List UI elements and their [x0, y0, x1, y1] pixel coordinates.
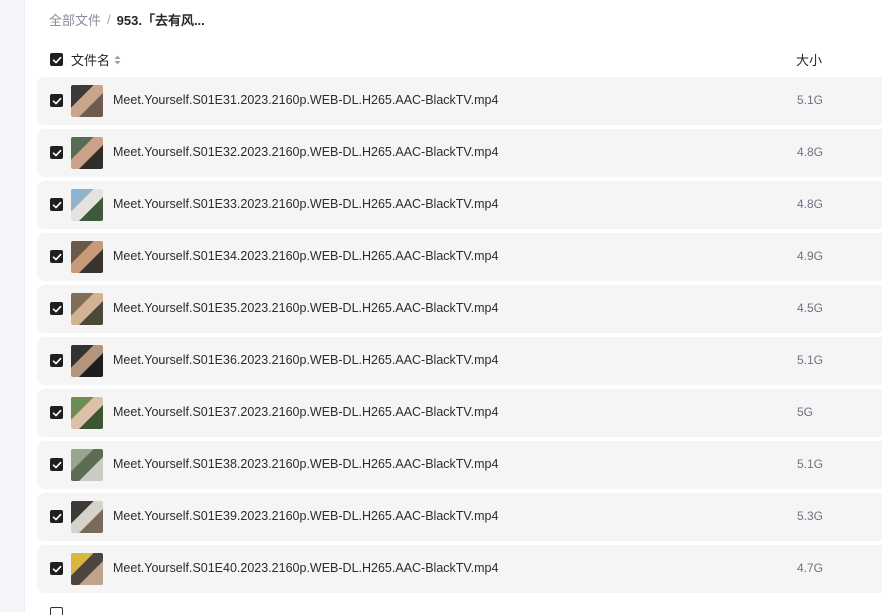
file-row-checkbox[interactable] [50, 94, 63, 107]
column-header-name-label: 文件名 [71, 53, 111, 68]
file-row-checkbox[interactable] [50, 198, 63, 211]
check-icon [52, 149, 61, 156]
file-row[interactable]: Meet.Yourself.S01E31.2023.2160p.WEB-DL.H… [37, 77, 882, 125]
check-icon [52, 513, 61, 520]
file-name[interactable]: Meet.Yourself.S01E31.2023.2160p.WEB-DL.H… [113, 93, 498, 107]
check-icon [52, 409, 61, 416]
video-thumbnail [71, 137, 103, 169]
video-thumbnail [71, 501, 103, 533]
video-thumbnail [71, 449, 103, 481]
row-checkbox-partial[interactable] [50, 607, 63, 615]
file-size: 4.9G [797, 249, 824, 263]
check-icon [52, 357, 61, 364]
video-thumbnail [71, 293, 103, 325]
breadcrumb-current-folder: 953.「去有风... [116, 12, 205, 28]
file-row[interactable]: Meet.Yourself.S01E34.2023.2160p.WEB-DL.H… [37, 233, 882, 281]
sidebar-rail [0, 0, 25, 612]
video-thumbnail [71, 85, 103, 117]
file-row[interactable]: Meet.Yourself.S01E32.2023.2160p.WEB-DL.H… [37, 129, 882, 177]
file-size: 5.1G [797, 353, 824, 367]
check-icon [52, 305, 61, 312]
file-size: 5G [797, 405, 814, 419]
file-row[interactable]: Meet.Yourself.S01E39.2023.2160p.WEB-DL.H… [37, 493, 882, 541]
breadcrumb: 全部文件 / 953.「去有风... [49, 9, 205, 29]
file-size: 4.7G [797, 561, 824, 575]
breadcrumb-root-link[interactable]: 全部文件 [49, 10, 101, 29]
video-thumbnail [71, 397, 103, 429]
file-row-checkbox[interactable] [50, 510, 63, 523]
file-name[interactable]: Meet.Yourself.S01E37.2023.2160p.WEB-DL.H… [113, 405, 498, 419]
file-row[interactable]: Meet.Yourself.S01E38.2023.2160p.WEB-DL.H… [37, 441, 882, 489]
file-name[interactable]: Meet.Yourself.S01E38.2023.2160p.WEB-DL.H… [113, 457, 498, 471]
file-row-checkbox[interactable] [50, 146, 63, 159]
check-icon [52, 253, 61, 260]
file-name[interactable]: Meet.Yourself.S01E34.2023.2160p.WEB-DL.H… [113, 249, 498, 263]
file-size: 4.8G [797, 145, 824, 159]
column-header-size[interactable]: 大小 [796, 50, 822, 69]
file-size: 4.8G [797, 197, 824, 211]
check-icon [52, 97, 61, 104]
video-thumbnail [71, 189, 103, 221]
file-size: 5.1G [797, 457, 824, 471]
check-icon [52, 461, 61, 468]
select-all-checkbox[interactable] [50, 53, 63, 66]
file-row-checkbox[interactable] [50, 406, 63, 419]
check-icon [52, 56, 61, 63]
file-size: 4.5G [797, 301, 824, 315]
file-row[interactable]: Meet.Yourself.S01E40.2023.2160p.WEB-DL.H… [37, 545, 882, 593]
file-row-checkbox[interactable] [50, 562, 63, 575]
file-size: 5.1G [797, 93, 824, 107]
file-name[interactable]: Meet.Yourself.S01E35.2023.2160p.WEB-DL.H… [113, 301, 498, 315]
breadcrumb-separator: / [107, 11, 111, 27]
file-row-checkbox[interactable] [50, 354, 63, 367]
file-name[interactable]: Meet.Yourself.S01E32.2023.2160p.WEB-DL.H… [113, 145, 498, 159]
file-row[interactable]: Meet.Yourself.S01E33.2023.2160p.WEB-DL.H… [37, 181, 882, 229]
file-row-checkbox[interactable] [50, 458, 63, 471]
file-name[interactable]: Meet.Yourself.S01E39.2023.2160p.WEB-DL.H… [113, 509, 498, 523]
file-name[interactable]: Meet.Yourself.S01E33.2023.2160p.WEB-DL.H… [113, 197, 498, 211]
check-icon [52, 565, 61, 572]
video-thumbnail [71, 241, 103, 273]
check-icon [52, 201, 61, 208]
file-size: 5.3G [797, 509, 824, 523]
file-name[interactable]: Meet.Yourself.S01E40.2023.2160p.WEB-DL.H… [113, 561, 498, 575]
file-row-checkbox[interactable] [50, 302, 63, 315]
file-row[interactable]: Meet.Yourself.S01E36.2023.2160p.WEB-DL.H… [37, 337, 882, 385]
file-row[interactable]: Meet.Yourself.S01E35.2023.2160p.WEB-DL.H… [37, 285, 882, 333]
file-name[interactable]: Meet.Yourself.S01E36.2023.2160p.WEB-DL.H… [113, 353, 498, 367]
column-header-name[interactable]: 文件名 [71, 50, 121, 69]
file-list-header: 文件名 大小 [37, 46, 882, 72]
file-row[interactable]: Meet.Yourself.S01E37.2023.2160p.WEB-DL.H… [37, 389, 882, 437]
file-row-checkbox[interactable] [50, 250, 63, 263]
sort-icon[interactable] [114, 55, 121, 65]
video-thumbnail [71, 345, 103, 377]
video-thumbnail [71, 553, 103, 585]
